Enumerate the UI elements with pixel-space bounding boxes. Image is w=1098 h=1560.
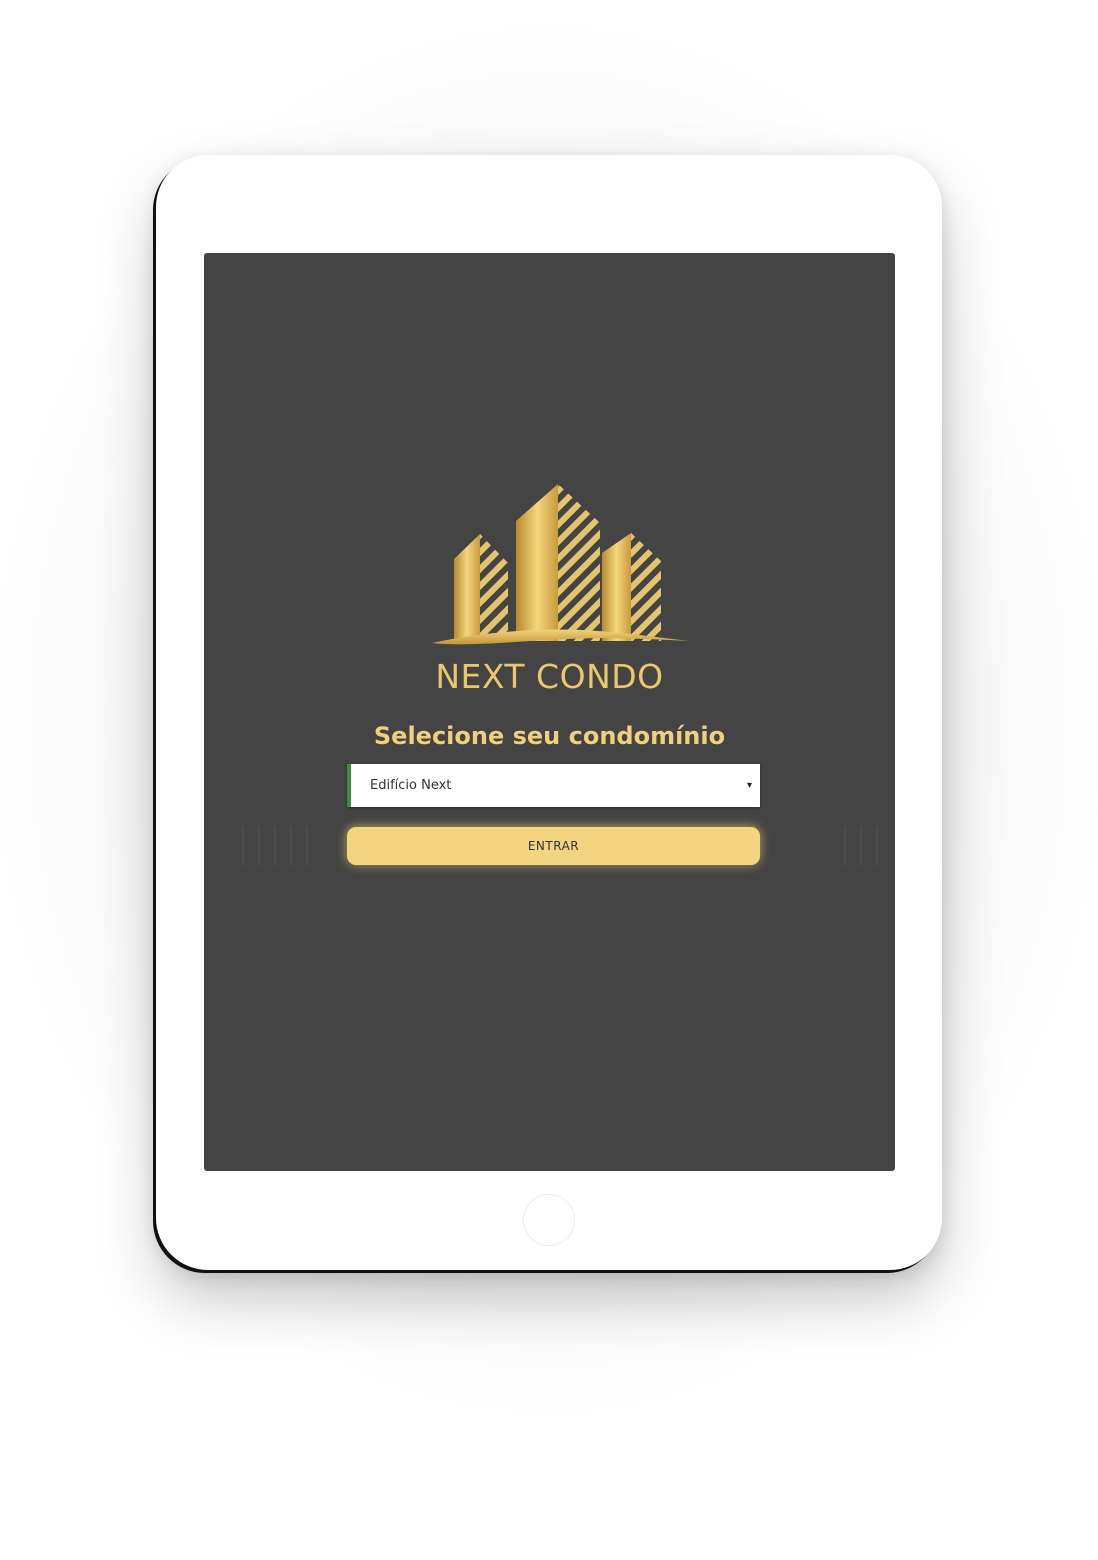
decorative-lines-left (242, 826, 308, 866)
condo-select[interactable]: Edifício Next ▾ (347, 764, 760, 807)
device-mockup-background: NEXT CONDO Selecione seu condomínio Edif… (0, 0, 1098, 1560)
condo-select-value: Edifício Next (370, 778, 452, 793)
select-condo-heading: Selecione seu condomínio (373, 722, 726, 750)
home-button[interactable] (523, 1194, 575, 1246)
tablet-frame: NEXT CONDO Selecione seu condomínio Edif… (156, 155, 942, 1270)
buildings-logo-icon (432, 484, 688, 645)
chevron-down-icon: ▾ (746, 780, 752, 791)
decorative-lines-right (844, 826, 878, 866)
brand-name: NEXT CONDO (435, 657, 664, 696)
enter-button[interactable]: ENTRAR (347, 827, 760, 865)
app-screen: NEXT CONDO Selecione seu condomínio Edif… (204, 253, 895, 1171)
